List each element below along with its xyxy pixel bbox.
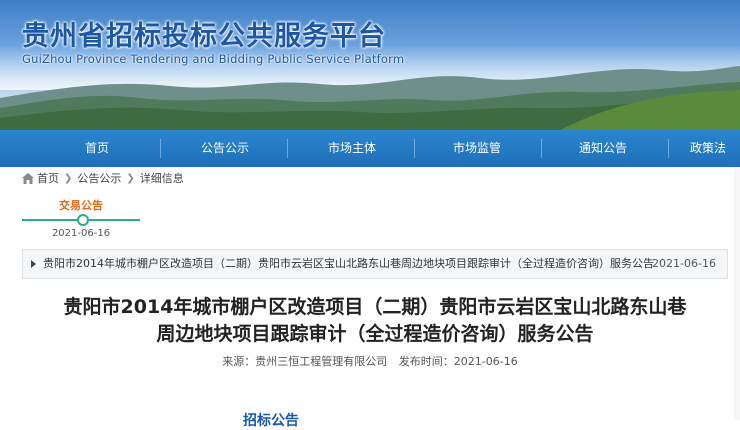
article-title-line-2: 周边地块项目跟踪审计（全过程造价咨询）服务公告: [156, 323, 594, 345]
nav-item-announcements[interactable]: 公告公示: [161, 130, 289, 167]
nav-item-home[interactable]: 首页: [33, 130, 161, 167]
site-subtitle: GuiZhou Province Tendering and Bidding P…: [22, 52, 405, 66]
nav-item-market-supervision[interactable]: 市场监管: [413, 130, 541, 167]
scrollbar[interactable]: [734, 167, 740, 420]
article-title: 贵阳市2014年城市棚户区改造项目（二期）贵阳市云岩区宝山北路东山巷 周边地块项…: [22, 294, 728, 348]
triangle-right-icon: [31, 260, 36, 268]
breadcrumb: 首页 ❯ 公告公示 ❯ 详细信息: [22, 170, 184, 186]
article-source: 来源：贵州三恒工程管理有限公司: [222, 355, 388, 368]
site-title: 贵州省招标投标公共服务平台: [22, 21, 386, 52]
timeline-date: 2021-06-16: [51, 228, 111, 239]
header-banner: 贵州省招标投标公共服务平台 GuiZhou Province Tendering…: [0, 0, 740, 130]
chevron-right-icon: ❯: [64, 172, 73, 184]
breadcrumb-current: 详细信息: [139, 172, 184, 185]
home-icon: [22, 172, 34, 184]
breadcrumb-announcements-link[interactable]: 公告公示: [77, 170, 121, 186]
chevron-right-icon: ❯: [126, 172, 135, 184]
announcement-row[interactable]: 贵阳市2014年城市棚户区改造项目（二期）贵阳市云岩区宝山北路东山巷周边地块项目…: [22, 249, 728, 279]
breadcrumb-home-link[interactable]: 首页: [37, 170, 59, 186]
nav-item-policies[interactable]: 政策法: [690, 130, 740, 167]
section-heading: 招标公告: [243, 413, 299, 429]
announcement-date: 2021-06-16: [652, 257, 716, 270]
article-publish-date: 发布时间：2021-06-16: [398, 355, 518, 368]
nav-divider: [668, 139, 669, 158]
timeline-node[interactable]: [77, 214, 89, 226]
article-title-line-1: 贵阳市2014年城市棚户区改造项目（二期）贵阳市云岩区宝山北路东山巷: [63, 296, 687, 318]
timeline-stage-label[interactable]: 交易公告: [22, 197, 140, 213]
nav-item-market-entities[interactable]: 市场主体: [288, 130, 416, 167]
article-meta: 来源：贵州三恒工程管理有限公司 发布时间：2021-06-16: [0, 353, 740, 369]
main-nav: 首页 公告公示 市场主体 市场监管 通知公告 政策法: [0, 130, 740, 167]
nav-item-notices[interactable]: 通知公告: [539, 130, 667, 167]
announcement-link[interactable]: 贵阳市2014年城市棚户区改造项目（二期）贵阳市云岩区宝山北路东山巷周边地块项目…: [43, 250, 654, 278]
